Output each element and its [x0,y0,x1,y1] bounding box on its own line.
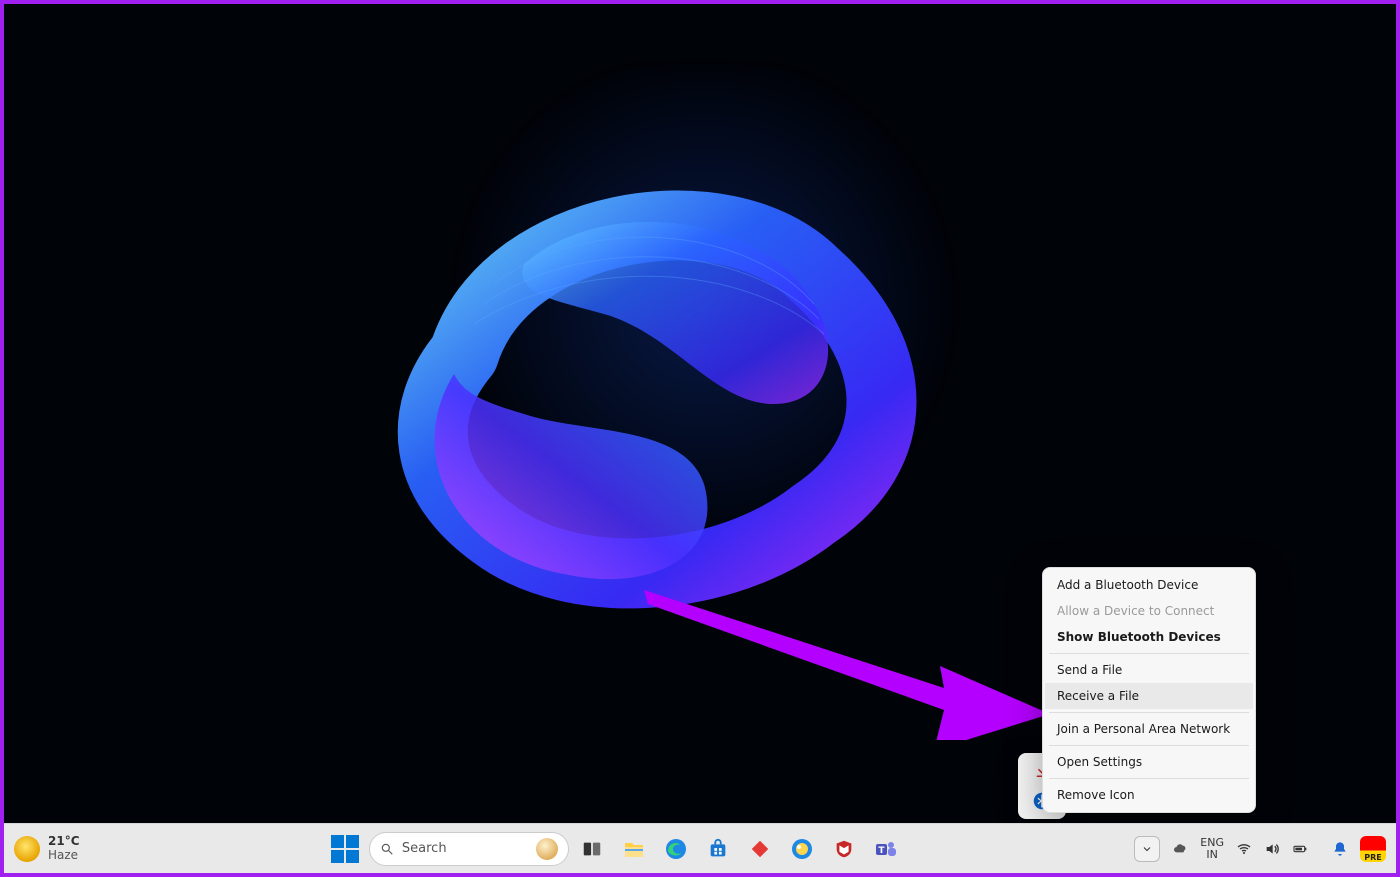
menu-item-show-bluetooth-devices[interactable]: Show Bluetooth Devices [1045,624,1253,650]
menu-item-allow-a-device-to-connect: Allow a Device to Connect [1045,598,1253,624]
store-icon[interactable] [705,836,731,862]
weather-icon [14,836,40,862]
menu-item-open-settings[interactable]: Open Settings [1045,749,1253,775]
svg-text:T: T [878,846,885,856]
start-button[interactable] [331,835,359,863]
file-explorer-icon[interactable] [621,836,647,862]
language-indicator[interactable]: ENG IN [1200,837,1224,860]
search-icon [380,842,394,856]
weather-temp: 21°C [48,835,80,848]
teams-icon[interactable]: T [873,836,899,862]
weather-widget[interactable]: 21°C Haze [14,835,96,861]
weather-text: 21°C Haze [48,835,80,861]
taskbar-pinned-apps: T [579,836,899,862]
menu-separator [1049,653,1249,654]
taskbar-center: Search [331,832,899,866]
battery-icon[interactable] [1292,841,1308,857]
taskbar-search[interactable]: Search [369,832,569,866]
menu-separator [1049,712,1249,713]
mcafee-icon[interactable] [831,836,857,862]
taskbar: 21°C Haze Search [4,823,1396,873]
todo-icon[interactable] [747,836,773,862]
notifications-icon[interactable] [1332,841,1348,857]
copilot-badge-label: PRE [1364,853,1382,862]
menu-item-remove-icon[interactable]: Remove Icon [1045,782,1253,808]
language-line2: IN [1200,849,1224,861]
menu-item-send-a-file[interactable]: Send a File [1045,657,1253,683]
weather-condition: Haze [48,849,80,862]
menu-separator [1049,778,1249,779]
search-placeholder: Search [402,841,447,856]
chevron-down-icon [1141,843,1153,855]
task-view-icon[interactable] [579,836,605,862]
copilot-preview-icon[interactable]: PRE [1360,836,1386,862]
edge-icon[interactable] [663,836,689,862]
menu-item-add-a-bluetooth-device[interactable]: Add a Bluetooth Device [1045,572,1253,598]
photos-icon[interactable] [789,836,815,862]
menu-item-receive-a-file[interactable]: Receive a File [1045,683,1253,709]
screenshot-frame: Add a Bluetooth DeviceAllow a Device to … [0,0,1400,877]
wifi-icon[interactable] [1236,841,1252,857]
bluetooth-context-menu: Add a Bluetooth DeviceAllow a Device to … [1042,567,1256,813]
search-highlight-icon [536,838,558,860]
language-line1: ENG [1200,837,1224,849]
tray-overflow-button[interactable] [1134,836,1160,862]
taskbar-right: ENG IN PRE [1134,836,1386,862]
wallpaper-glow [394,70,1014,590]
menu-item-join-a-personal-area-network[interactable]: Join a Personal Area Network [1045,716,1253,742]
menu-separator [1049,745,1249,746]
onedrive-icon[interactable] [1172,841,1188,857]
volume-icon[interactable] [1264,841,1280,857]
